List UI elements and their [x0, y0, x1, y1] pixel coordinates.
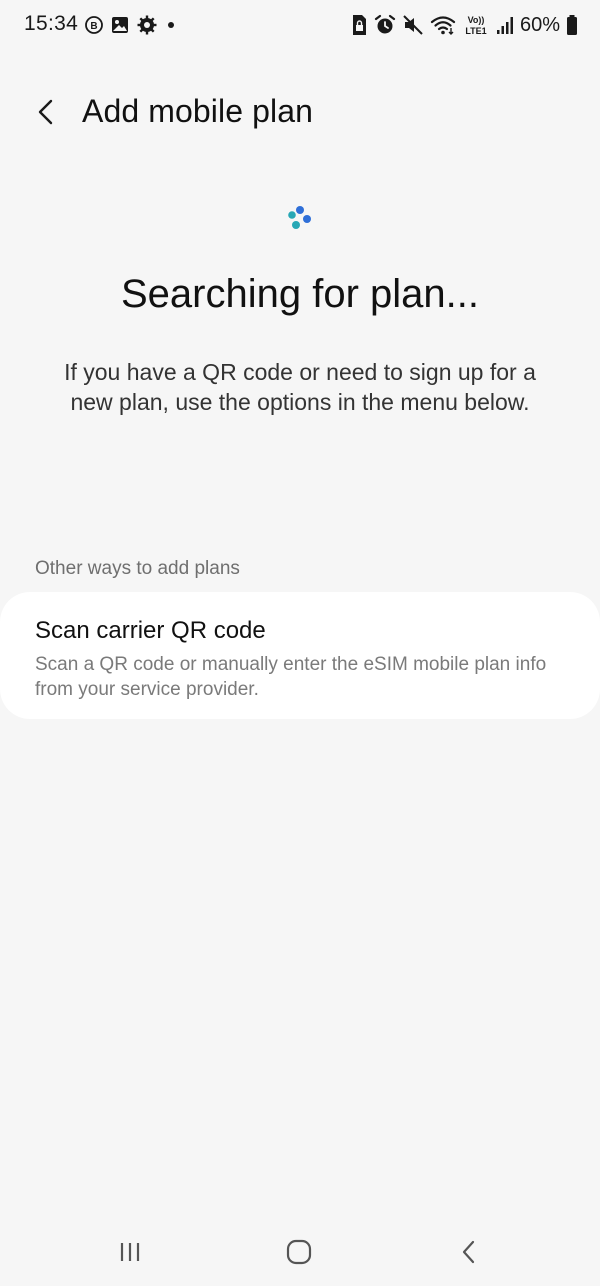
- mute-icon: [402, 14, 424, 36]
- back-icon: [462, 1240, 475, 1264]
- battery-percent: 60%: [519, 13, 560, 36]
- gallery-icon: [110, 15, 130, 35]
- loading-spinner-icon: [286, 205, 314, 231]
- alarm-icon: [374, 14, 396, 36]
- search-status-title: Searching for plan...: [121, 272, 479, 316]
- search-description: If you have a QR code or need to sign up…: [64, 359, 536, 415]
- sim-lock-icon: [350, 14, 368, 36]
- app-header: Add mobile plan: [0, 80, 600, 144]
- back-button[interactable]: [26, 92, 66, 132]
- option-subtitle: Scan a QR code or manually enter the eSI…: [35, 654, 547, 700]
- signal-icon: [496, 14, 514, 36]
- battery-icon: [566, 14, 578, 36]
- scan-qr-option[interactable]: Scan carrier QR code Scan a QR code or m…: [0, 592, 600, 719]
- home-button[interactable]: [277, 1232, 321, 1272]
- lte-label: LTE1: [465, 26, 486, 36]
- settings-gear-icon: [136, 14, 158, 36]
- chevron-left-icon: [38, 99, 53, 125]
- option-title: Scan carrier QR code: [35, 617, 266, 644]
- section-label: Other ways to add plans: [35, 558, 240, 579]
- nav-back-button[interactable]: [446, 1232, 490, 1272]
- wifi-icon: [430, 14, 456, 36]
- recent-apps-button[interactable]: [108, 1232, 152, 1272]
- navigation-bar: [0, 1220, 600, 1286]
- dot-icon: [164, 15, 178, 35]
- svg-text:B: B: [90, 21, 97, 32]
- b-badge-icon: B: [84, 15, 104, 35]
- page-title: Add mobile plan: [82, 93, 313, 129]
- volte-lte-icon: Vo)) LTE1: [462, 13, 490, 37]
- status-right-icons: Vo)) LTE1 60%: [350, 13, 578, 37]
- status-bar: 15:34 B Vo)) LTE1 60%: [0, 0, 600, 52]
- status-time: 15:34: [24, 12, 79, 35]
- recent-apps-icon: [120, 1243, 140, 1261]
- volte-label: Vo)): [468, 15, 485, 25]
- home-icon: [286, 1239, 312, 1265]
- status-left-icons: B: [84, 15, 178, 35]
